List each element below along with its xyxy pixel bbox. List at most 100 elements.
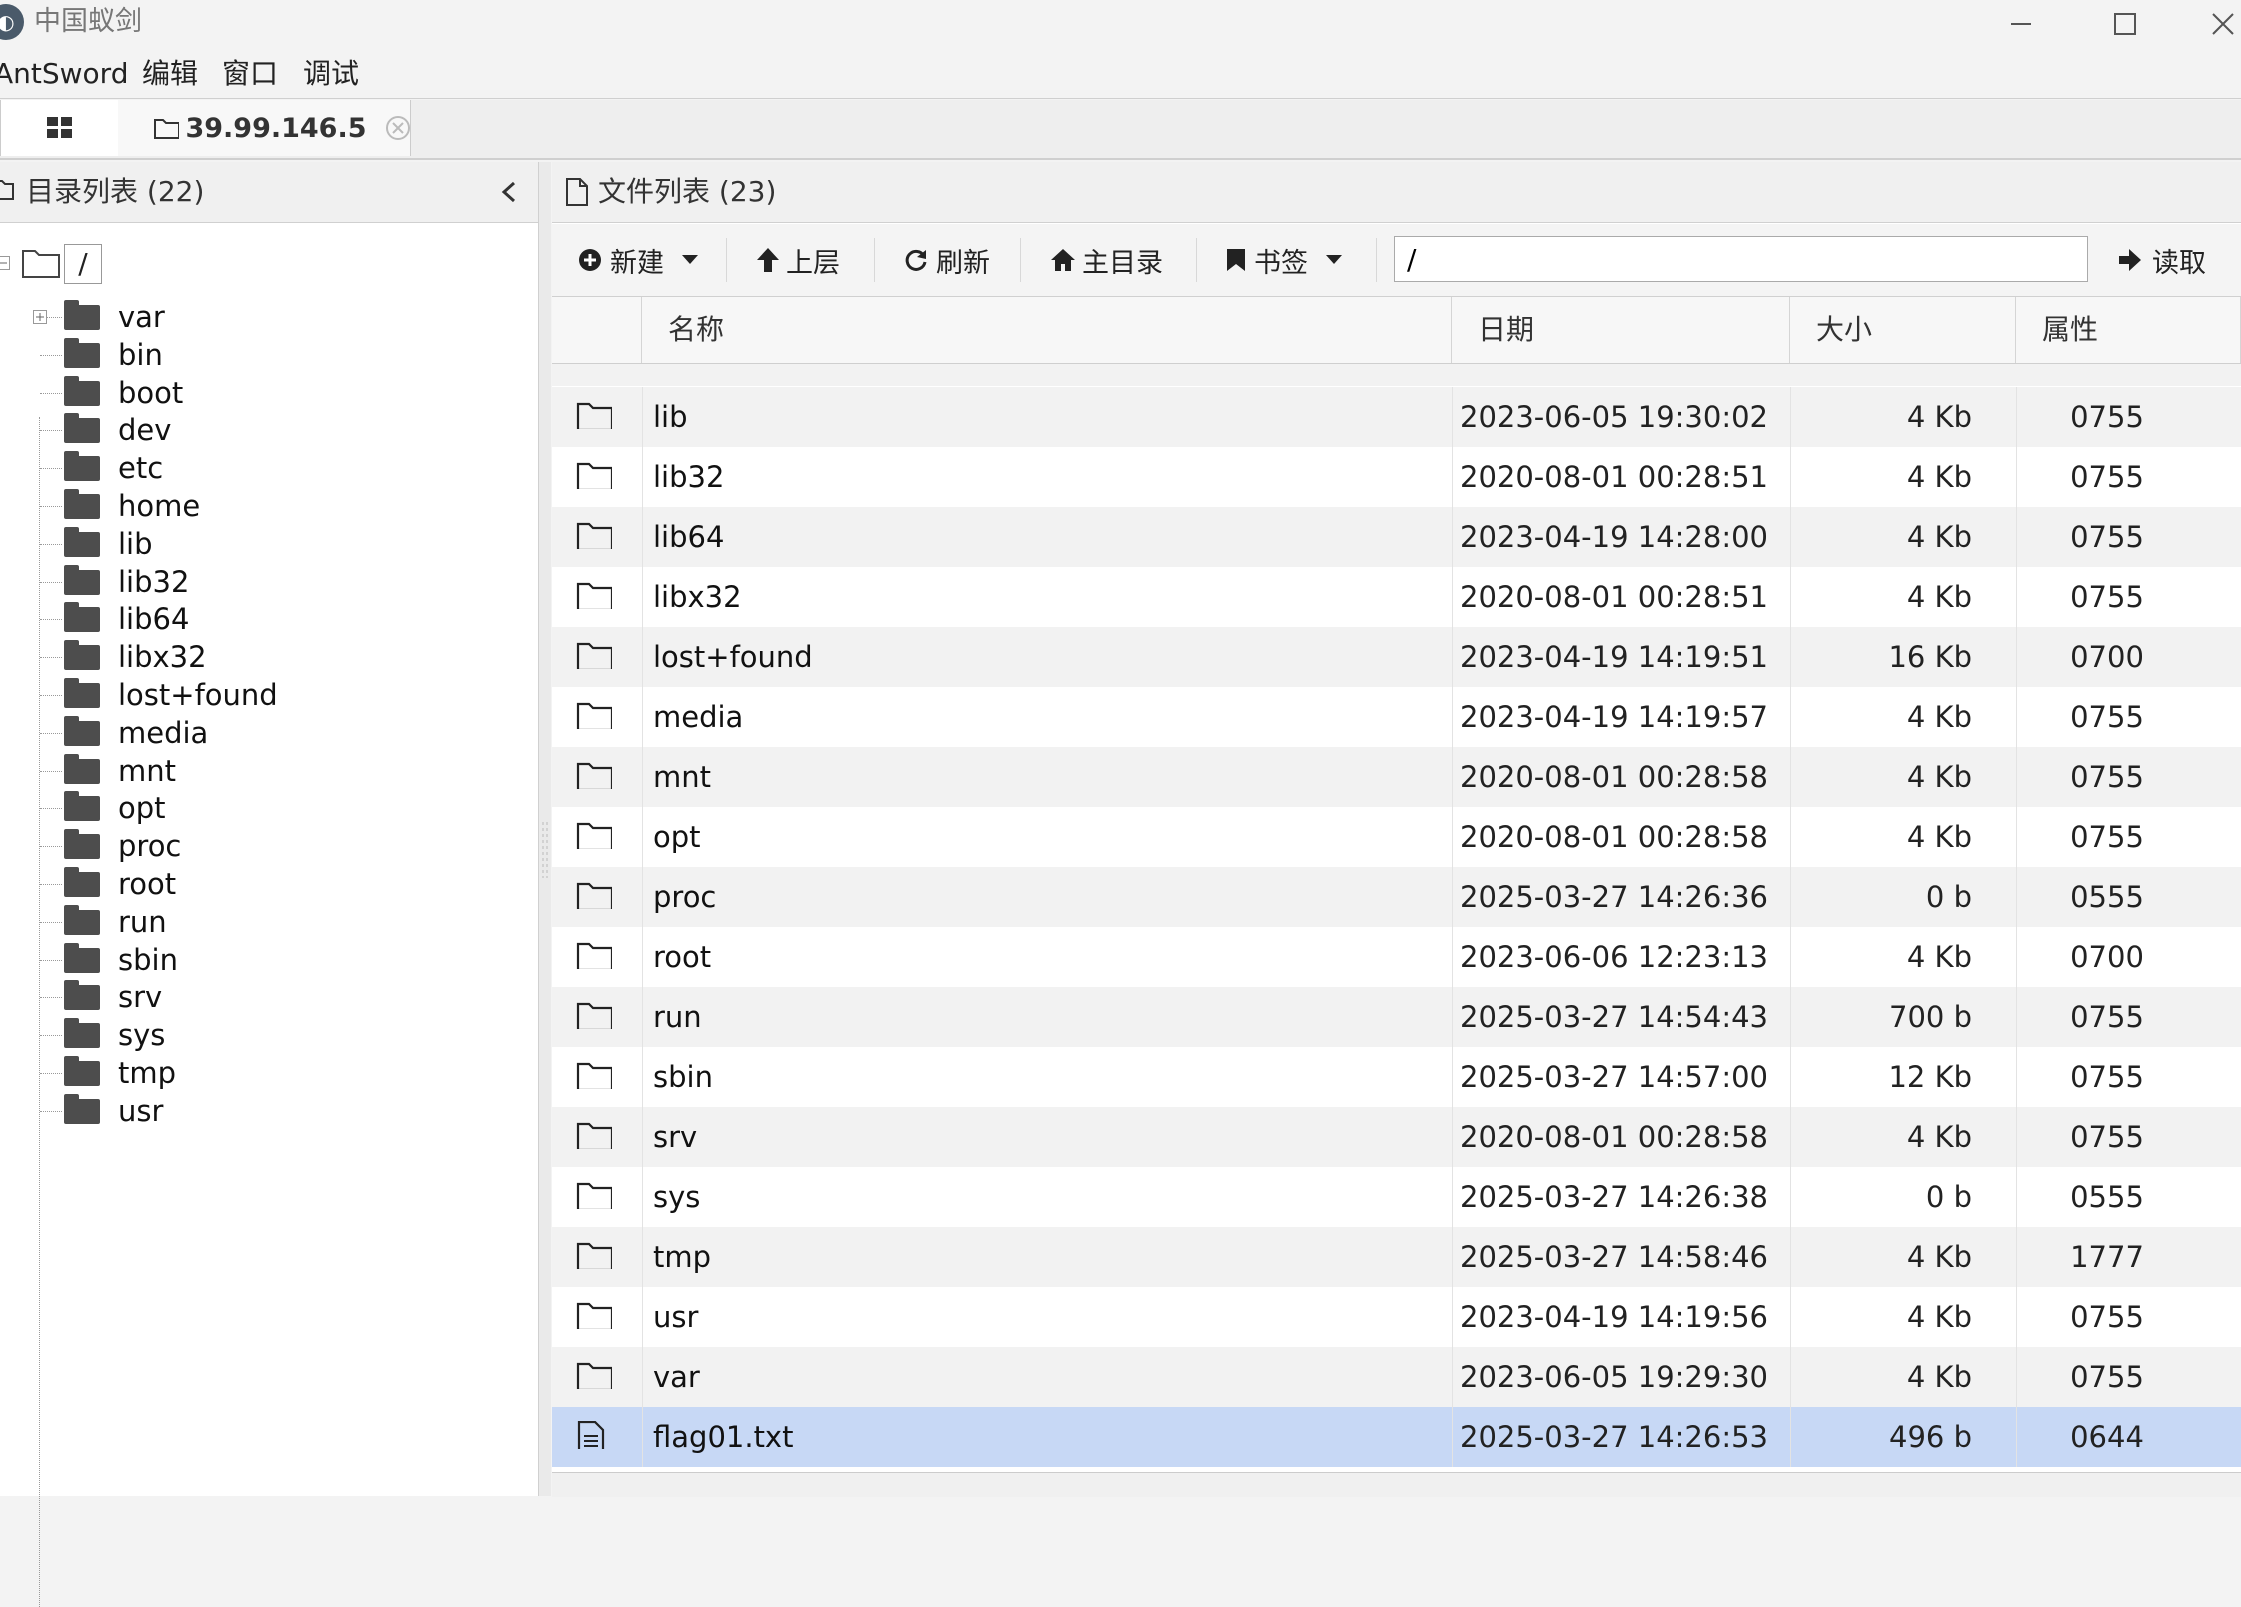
menu-debug[interactable]: 调试 <box>303 50 359 98</box>
cell-size: 0 b <box>1925 880 1972 914</box>
cell-attr: 0755 <box>2070 760 2144 794</box>
table-row[interactable]: lost+found 2023-04-19 14:19:51 16 Kb 0700 <box>552 627 2241 687</box>
table-row[interactable]: sys 2025-03-27 14:26:38 0 b 0555 <box>552 1167 2241 1227</box>
table-row[interactable]: usr 2023-04-19 14:19:56 4 Kb 0755 <box>552 1287 2241 1347</box>
cell-name: sbin <box>653 1060 713 1094</box>
tab-home[interactable] <box>0 100 120 156</box>
toolbar-divider <box>1376 238 1377 282</box>
folder-icon <box>64 904 100 935</box>
column-divider <box>1452 747 1453 807</box>
folder-outline-icon <box>0 180 14 200</box>
tree-connector <box>40 770 62 772</box>
cell-attr: 0755 <box>2070 400 2144 434</box>
cell-size: 16 Kb <box>1888 640 1972 674</box>
tree-connector <box>40 808 62 810</box>
column-divider <box>1452 507 1453 567</box>
column-divider <box>1452 687 1453 747</box>
column-header-date[interactable]: 日期 <box>1452 297 1790 363</box>
up-button-label: 上层 <box>786 247 840 279</box>
panel-splitter[interactable] <box>539 162 551 1496</box>
table-row[interactable]: sbin 2025-03-27 14:57:00 12 Kb 0755 <box>552 1047 2241 1107</box>
tree-connector <box>40 997 62 999</box>
menu-antsword[interactable]: AntSword <box>0 50 128 98</box>
cell-size: 4 Kb <box>1906 1360 1972 1394</box>
close-icon[interactable] <box>2178 0 2241 48</box>
column-header-attr[interactable]: 属性 <box>2016 297 2241 363</box>
table-row[interactable]: mnt 2020-08-01 00:28:58 4 Kb 0755 <box>552 747 2241 807</box>
column-divider <box>2016 1107 2017 1167</box>
column-divider <box>2016 747 2017 807</box>
table-row[interactable]: var 2023-06-05 19:29:30 4 Kb 0755 <box>552 1347 2241 1407</box>
tree-connector <box>40 732 62 734</box>
tree-item-label: usr <box>118 1093 164 1128</box>
collapse-icon[interactable] <box>501 181 517 203</box>
bookmark-button[interactable]: 书签 <box>1226 232 1342 288</box>
column-divider <box>642 1167 643 1227</box>
cell-attr: 0755 <box>2070 700 2144 734</box>
table-row[interactable]: flag01.txt 2025-03-27 14:26:53 496 b 0644 <box>552 1407 2241 1467</box>
toolbar-divider <box>726 238 727 282</box>
folder-icon <box>64 564 100 595</box>
column-divider <box>642 387 643 447</box>
table-row[interactable]: root 2023-06-06 12:23:13 4 Kb 0700 <box>552 927 2241 987</box>
cell-name: lib <box>653 400 688 434</box>
new-button[interactable]: 新建 <box>578 232 698 288</box>
folder-outline-icon <box>576 702 612 729</box>
table-row[interactable]: lib 2023-06-05 19:30:02 4 Kb 0755 <box>552 387 2241 447</box>
cell-size: 12 Kb <box>1888 1060 1972 1094</box>
directory-panel-title: 目录列表 (22) <box>26 175 205 208</box>
cell-attr: 0755 <box>2070 460 2144 494</box>
table-row[interactable]: opt 2020-08-01 00:28:58 4 Kb 0755 <box>552 807 2241 867</box>
cell-name: lost+found <box>653 640 813 674</box>
maximize-icon[interactable] <box>2080 0 2170 48</box>
table-row[interactable]: media 2023-04-19 14:19:57 4 Kb 0755 <box>552 687 2241 747</box>
expand-toggle-icon[interactable] <box>33 310 47 324</box>
folder-icon <box>64 942 100 973</box>
menu-edit[interactable]: 编辑 <box>142 50 198 98</box>
cell-attr: 0644 <box>2070 1420 2144 1454</box>
column-header-name[interactable]: 名称 <box>642 297 1452 363</box>
path-input[interactable] <box>1394 236 2088 282</box>
table-row[interactable]: lib64 2023-04-19 14:28:00 4 Kb 0755 <box>552 507 2241 567</box>
cell-size: 4 Kb <box>1906 520 1972 554</box>
folder-icon <box>64 300 100 330</box>
cell-name: run <box>653 1000 702 1034</box>
folder-outline-icon <box>576 582 612 609</box>
column-divider <box>2016 447 2017 507</box>
column-divider <box>642 507 643 567</box>
cell-name: libx32 <box>653 580 742 614</box>
bookmark-icon <box>1227 249 1245 271</box>
cell-size: 4 Kb <box>1906 1240 1972 1274</box>
cell-name: flag01.txt <box>653 1420 794 1454</box>
folder-icon <box>64 753 100 784</box>
folder-icon <box>64 980 100 1011</box>
tree-root[interactable]: / <box>0 236 538 290</box>
column-divider <box>1452 807 1453 867</box>
column-divider <box>2016 1407 2017 1467</box>
folder-outline-icon <box>576 762 612 789</box>
column-divider <box>2016 507 2017 567</box>
home-dir-button-label: 主目录 <box>1082 247 1163 279</box>
cell-name: var <box>653 1360 700 1394</box>
cell-name: sys <box>653 1180 701 1214</box>
close-circle-icon[interactable] <box>385 115 410 141</box>
refresh-button[interactable]: 刷新 <box>904 232 990 288</box>
table-row[interactable]: lib32 2020-08-01 00:28:51 4 Kb 0755 <box>552 447 2241 507</box>
table-row[interactable]: run 2025-03-27 14:54:43 700 b 0755 <box>552 987 2241 1047</box>
table-row[interactable]: libx32 2020-08-01 00:28:51 4 Kb 0755 <box>552 567 2241 627</box>
collapse-toggle-icon[interactable] <box>0 256 10 270</box>
table-row[interactable]: tmp 2025-03-27 14:58:46 4 Kb 1777 <box>552 1227 2241 1287</box>
minimize-icon[interactable] <box>1976 0 2066 48</box>
menu-window[interactable]: 窗口 <box>222 50 278 98</box>
read-button[interactable]: 读取 <box>2118 232 2206 288</box>
up-button[interactable]: 上层 <box>756 232 840 288</box>
home-dir-button[interactable]: 主目录 <box>1050 232 1163 288</box>
tab-host[interactable]: 39.99.146.5 <box>118 100 411 156</box>
column-header-size[interactable]: 大小 <box>1790 297 2016 363</box>
folder-icon <box>64 867 100 897</box>
tree-item[interactable]: usr <box>0 1084 538 1138</box>
column-divider <box>642 447 643 507</box>
table-row[interactable]: proc 2025-03-27 14:26:36 0 b 0555 <box>552 867 2241 927</box>
column-divider <box>642 1047 643 1107</box>
table-row[interactable]: srv 2020-08-01 00:28:58 4 Kb 0755 <box>552 1107 2241 1167</box>
